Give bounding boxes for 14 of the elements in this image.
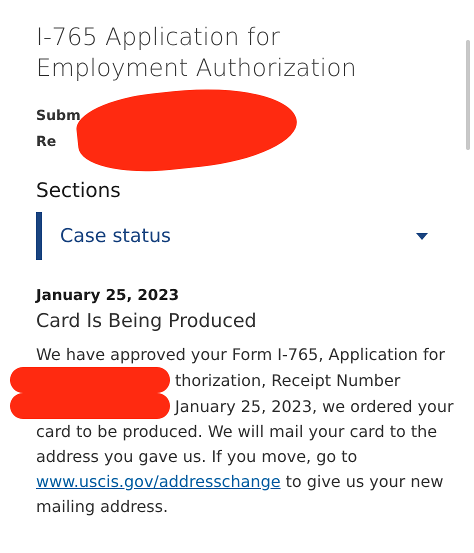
status-text: January 25, 2023, we ordered your (175, 396, 454, 418)
status-title: Card Is Being Produced (36, 310, 258, 332)
status-date: January 25, 2023 (36, 286, 180, 304)
page-title: I-765 Application for Employment Authorization (36, 22, 358, 84)
detail-label: Re (36, 134, 58, 150)
sections-heading: Sections (36, 178, 122, 202)
address-change-link[interactable]: www.uscis.gov/addresschange (36, 469, 281, 494)
status-text: thorization, Receipt Number (175, 370, 400, 392)
status-text: to give us your new (286, 471, 444, 493)
status-text: We have approved your Form I-765, Application for (36, 344, 445, 366)
status-text: address you gave us. If you move, go to (36, 446, 358, 468)
status-text: card to be produced. We will mail your card to the (36, 421, 438, 443)
status-text: mailing address. (36, 496, 168, 518)
detail-label: Subm (36, 108, 81, 124)
